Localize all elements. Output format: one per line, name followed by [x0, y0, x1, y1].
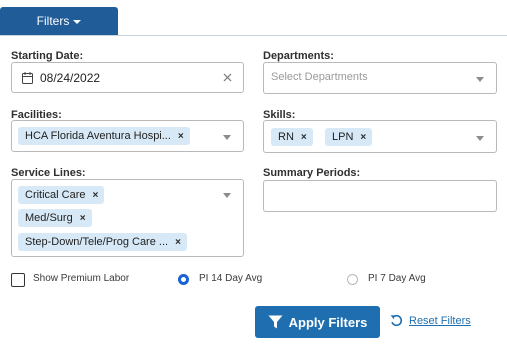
skill-chip: LPN × [325, 128, 373, 146]
pi-7-radio[interactable] [347, 274, 358, 285]
facilities-select[interactable]: HCA Florida Aventura Hospi... × [11, 120, 244, 152]
skill-chip: RN × [271, 128, 313, 146]
filter-icon [268, 315, 283, 329]
reset-filters-label: Reset Filters [409, 314, 471, 327]
chevron-down-icon [476, 77, 484, 82]
remove-chip-icon[interactable]: × [301, 132, 307, 143]
pi-14-label: PI 14 Day Avg [199, 273, 263, 284]
pi-7-label: PI 7 Day Avg [368, 273, 426, 284]
service-line-chip: Critical Care × [18, 186, 105, 204]
service-line-chip-label: Med/Surg [25, 212, 73, 224]
premium-labor-label: Show Premium Labor [33, 273, 130, 284]
departments-placeholder: Select Departments [271, 71, 368, 83]
chevron-down-icon [223, 135, 231, 140]
skill-chip-label: LPN [332, 131, 354, 143]
starting-date-value: 08/24/2022 [40, 71, 101, 85]
caret-down-icon [73, 19, 82, 24]
service-line-chip: Step-Down/Tele/Prog Care ... × [18, 233, 187, 251]
remove-chip-icon[interactable]: × [80, 213, 86, 224]
facility-chip-label: HCA Florida Aventura Hospi... [25, 130, 171, 142]
apply-filters-button[interactable]: Apply Filters [255, 306, 380, 338]
remove-chip-icon[interactable]: × [178, 131, 184, 142]
starting-date-input[interactable]: 08/24/2022 [11, 62, 244, 93]
undo-icon [390, 314, 403, 327]
service-line-chip: Med/Surg × [18, 209, 92, 227]
remove-chip-icon[interactable]: × [93, 190, 99, 201]
chevron-down-icon [476, 136, 484, 141]
skills-select[interactable]: RN × LPN × [263, 120, 497, 153]
remove-chip-icon[interactable]: × [175, 237, 181, 248]
close-icon[interactable] [223, 73, 232, 82]
apply-filters-label: Apply Filters [288, 314, 368, 330]
starting-date-label: Starting Date: [11, 50, 84, 62]
departments-label: Departments: [263, 50, 334, 62]
remove-chip-icon[interactable]: × [360, 132, 366, 143]
tab-filters-label: Filters [36, 14, 70, 28]
reset-filters-link[interactable]: Reset Filters [390, 314, 471, 327]
service-line-chip-label: Critical Care [25, 189, 86, 201]
service-line-chip-label: Step-Down/Tele/Prog Care ... [25, 236, 169, 248]
premium-labor-checkbox[interactable] [11, 273, 25, 287]
calendar-icon [22, 72, 33, 84]
pi-14-radio[interactable] [178, 274, 189, 285]
tab-divider [0, 35, 507, 36]
chevron-down-icon [223, 193, 231, 198]
summary-periods-input[interactable] [263, 180, 497, 212]
service-lines-select[interactable]: Critical Care × Med/Surg × Step-Down/Tel… [11, 179, 244, 257]
skill-chip-label: RN [278, 131, 294, 143]
summary-periods-label: Summary Periods: [263, 167, 361, 179]
service-lines-label: Service Lines: [11, 167, 86, 179]
tab-filters[interactable]: Filters [0, 7, 118, 35]
departments-select[interactable]: Select Departments [263, 62, 497, 94]
facility-chip: HCA Florida Aventura Hospi... × [18, 127, 190, 145]
